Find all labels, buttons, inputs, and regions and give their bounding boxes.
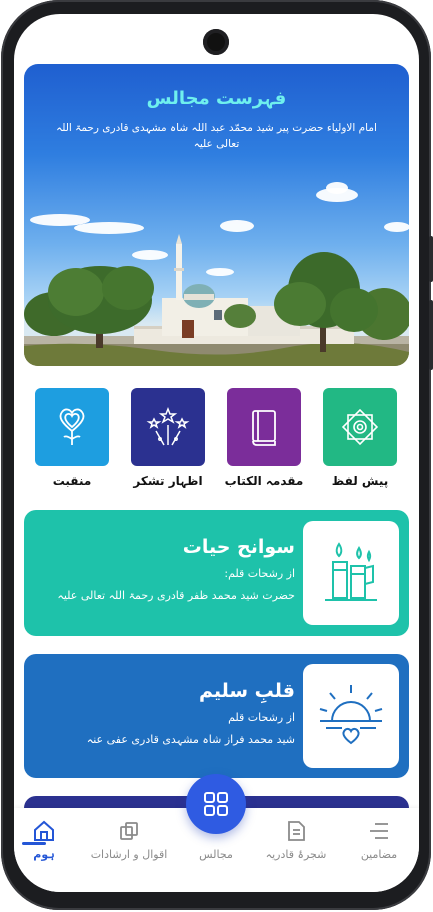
tile-muqaddama[interactable]	[227, 388, 301, 466]
card-sawaneh-hayat[interactable]: سوانح حیات از رشحات قلم: حضرت شید محمد ظ…	[24, 510, 409, 636]
grid-fab-button[interactable]	[186, 774, 246, 834]
nav-mazameen[interactable]: مضامین	[339, 818, 419, 861]
book-icon	[252, 410, 276, 446]
hero-banner: فہرست مجالس امام الاولیاء حضرت پیر شید م…	[24, 64, 409, 366]
card-text: قلبِ سلیم از رشحات قلم شید محمد فراز شاہ…	[37, 678, 295, 748]
card-author: حضرت شید محمد ظفر قادری رحمۃ اللہ تعالی …	[57, 589, 295, 602]
fireworks-icon	[146, 406, 190, 446]
card-icon-box	[303, 521, 399, 625]
nav-label: مضامین	[360, 848, 398, 861]
card-title: سوانح حیات	[182, 536, 295, 558]
tile-izhar-tashakur[interactable]	[131, 388, 205, 466]
nav-label: مجالس	[199, 848, 233, 861]
card-qalb-e-saleem[interactable]: قلبِ سلیم از رشحات قلم شید محمد فراز شاہ…	[24, 654, 409, 778]
book-star-icon	[341, 408, 379, 446]
front-camera	[203, 29, 229, 55]
sunrise-heart-icon	[319, 685, 383, 745]
card-subtitle: از رشحات قلم:	[224, 567, 295, 580]
volume-button	[429, 236, 433, 282]
tile-pesh-lafz[interactable]	[323, 388, 397, 466]
heart-flower-icon	[59, 408, 85, 445]
shrine-landscape-illustration	[24, 234, 409, 366]
candles-icon	[325, 542, 377, 601]
nav-label: شجرۂ قادریہ	[265, 848, 327, 861]
tile-label-manqabat: منقبت	[52, 474, 92, 488]
tile-manqabat[interactable]	[35, 388, 109, 466]
card-author: شید محمد فراز شاہ مشہدی قادری عفی عنہ	[86, 733, 295, 746]
tile-label-izhar-tashakur: اظہار تشکر	[133, 474, 203, 488]
nav-shajra[interactable]: شجرۂ قادریہ	[256, 818, 336, 861]
phone-frame: فہرست مجالس امام الاولیاء حضرت پیر شید م…	[1, 0, 433, 910]
grid-icon	[204, 792, 228, 816]
home-icon	[14, 818, 84, 844]
tile-label-muqaddama: مقدمہ الکتاب	[224, 474, 304, 488]
copy-icon	[84, 818, 174, 844]
nav-label: اقوال و ارشادات	[90, 848, 168, 861]
document-icon	[256, 818, 336, 844]
menu-icon	[339, 818, 419, 844]
nav-label: ہوم	[33, 848, 55, 861]
tile-label-pesh-lafz: پیش لفظ	[331, 474, 389, 488]
card-title: قلبِ سلیم	[198, 680, 295, 702]
card-subtitle: از رشحات قلم	[228, 711, 295, 724]
card-icon-box	[303, 664, 399, 768]
active-indicator	[22, 842, 46, 845]
power-button	[429, 300, 433, 370]
nav-aqwal[interactable]: اقوال و ارشادات	[84, 818, 174, 861]
app-screen: فہرست مجالس امام الاولیاء حضرت پیر شید م…	[14, 14, 419, 892]
card-text: سوانح حیات از رشحات قلم: حضرت شید محمد ظ…	[37, 534, 295, 604]
nav-home[interactable]: ہوم	[14, 818, 84, 861]
